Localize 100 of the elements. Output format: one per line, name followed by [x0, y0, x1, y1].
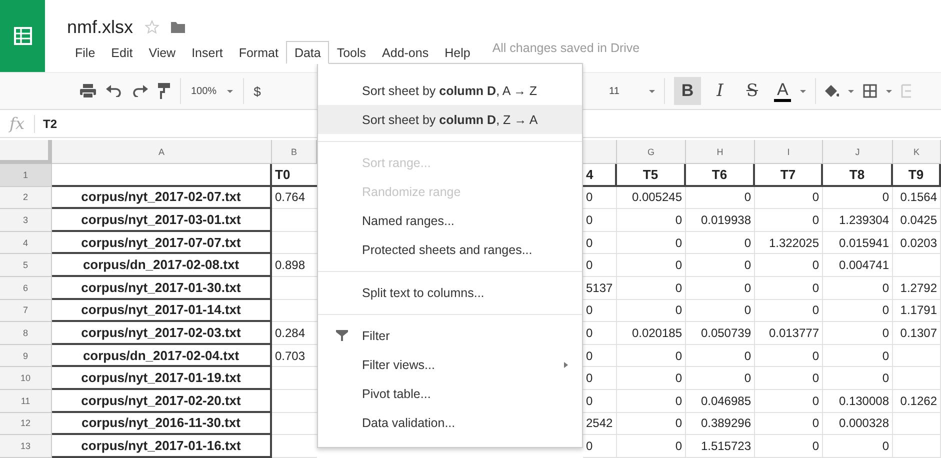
star-icon[interactable]: [145, 20, 160, 34]
row-header[interactable]: 6: [0, 276, 52, 300]
print-icon[interactable]: [80, 84, 96, 98]
row-header[interactable]: 1: [0, 164, 52, 187]
table-cell: 0.130008: [823, 390, 893, 413]
menu-item[interactable]: Help: [436, 41, 478, 65]
menu-option[interactable]: Sort sheet by column D, Z → A: [318, 105, 582, 134]
table-cell: 0.0203: [893, 232, 941, 254]
table-cell: 0: [755, 344, 823, 368]
table-cell: corpus/dn_2017-02-04.txt: [52, 344, 272, 368]
menu-item[interactable]: Insert: [184, 41, 231, 65]
row-header[interactable]: 3: [0, 209, 52, 232]
table-cell: 0: [755, 435, 823, 458]
table-cell: 0: [755, 186, 823, 210]
file-name[interactable]: nmf.xlsx: [67, 16, 134, 38]
table-cell: 0.005245: [617, 186, 686, 210]
table-cell: 0: [617, 435, 686, 458]
table-cell: 0.1307: [893, 322, 941, 345]
zoom-dropdown[interactable]: 100%: [191, 86, 233, 96]
folder-icon[interactable]: [171, 21, 186, 33]
row-header[interactable]: 11: [0, 390, 52, 413]
redo-icon[interactable]: [132, 85, 148, 97]
undo-icon[interactable]: [106, 85, 122, 97]
table-cell: 1.239304: [823, 209, 893, 232]
column-header[interactable]: B: [272, 140, 317, 164]
column-header[interactable]: A: [52, 140, 272, 164]
menu-option[interactable]: Filter views...: [318, 350, 582, 379]
table-cell: 0: [617, 344, 686, 368]
table-cell: 0: [617, 390, 686, 413]
formula-field[interactable]: T2: [43, 116, 58, 130]
table-cell: 0: [686, 254, 755, 277]
paint-format-icon[interactable]: [158, 83, 170, 99]
menu-item[interactable]: Add-ons: [374, 41, 437, 65]
table-cell: [893, 367, 941, 390]
menu-item[interactable]: View: [140, 41, 184, 65]
table-cell: 0: [823, 367, 893, 390]
column-header[interactable]: G: [617, 140, 686, 164]
table-cell: corpus/nyt_2017-01-19.txt: [52, 367, 272, 390]
caret-icon[interactable]: [886, 90, 892, 92]
table-cell: 0: [755, 300, 823, 322]
strikethrough-button[interactable]: S: [739, 77, 766, 105]
merge-cells-icon[interactable]: [901, 84, 912, 98]
table-cell: 0: [617, 300, 686, 322]
column-header[interactable]: K: [893, 140, 941, 164]
table-cell: 0: [823, 344, 893, 368]
table-cell: corpus/nyt_2017-01-14.txt: [52, 300, 272, 322]
table-cell: 0: [686, 276, 755, 300]
table-cell: 0.1564: [893, 186, 941, 210]
row-header[interactable]: 10: [0, 367, 52, 390]
table-cell: 0: [823, 186, 893, 210]
caret-icon: [649, 90, 656, 92]
table-cell: 0: [755, 276, 823, 300]
table-cell: 0.1262: [893, 390, 941, 413]
italic-button[interactable]: I: [710, 77, 730, 105]
row-header[interactable]: 9: [0, 344, 52, 368]
sheets-logo-icon[interactable]: [0, 0, 45, 72]
row-header[interactable]: 7: [0, 300, 52, 322]
menu-option[interactable]: Filter: [318, 321, 582, 350]
table-cell: [893, 435, 941, 458]
row-header[interactable]: 2: [0, 186, 52, 210]
table-cell: [893, 254, 941, 277]
menu-item[interactable]: File: [67, 41, 104, 65]
bold-button[interactable]: B: [674, 77, 701, 105]
row-header[interactable]: 5: [0, 254, 52, 277]
table-cell: 0: [755, 209, 823, 232]
caret-icon: [226, 90, 233, 92]
row-header[interactable]: 13: [0, 435, 52, 458]
menu-option[interactable]: Data validation...: [318, 408, 582, 437]
menu-item[interactable]: Data: [286, 41, 329, 64]
column-header[interactable]: J: [823, 140, 893, 164]
column-header[interactable]: I: [755, 140, 823, 164]
font-size-dropdown[interactable]: 11: [609, 86, 656, 96]
menu-item[interactable]: Format: [230, 41, 286, 65]
row-header[interactable]: 8: [0, 322, 52, 345]
caret-icon[interactable]: [848, 90, 854, 92]
text-color-button[interactable]: A: [774, 80, 792, 102]
menu-option[interactable]: Protected sheets and ranges...: [318, 235, 582, 264]
menu-option[interactable]: Sort sheet by column D, A → Z: [318, 76, 582, 105]
table-cell: 0: [617, 209, 686, 232]
row-header[interactable]: 12: [0, 412, 52, 436]
table-cell: 0: [617, 232, 686, 254]
menu-item[interactable]: Tools: [328, 41, 374, 65]
table-cell: 1.515723: [686, 435, 755, 458]
table-cell: 0: [686, 186, 755, 210]
fill-color-icon[interactable]: [825, 84, 840, 98]
table-cell: corpus/nyt_2017-03-01.txt: [52, 209, 272, 232]
caret-icon[interactable]: [800, 90, 806, 92]
column-header[interactable]: H: [686, 140, 755, 164]
table-cell: 0.050739: [686, 322, 755, 345]
borders-icon[interactable]: [863, 84, 878, 98]
row-header[interactable]: 4: [0, 232, 52, 254]
table-cell: T7: [755, 164, 823, 187]
table-cell: 1.2792: [893, 276, 941, 300]
menu-option[interactable]: Named ranges...: [318, 206, 582, 235]
menu-option[interactable]: Split text to columns...: [318, 278, 582, 307]
menu-option[interactable]: Pivot table...: [318, 379, 582, 408]
menu-item[interactable]: Edit: [103, 41, 141, 65]
table-cell: 0: [686, 344, 755, 368]
table-cell: 1.322025: [755, 232, 823, 254]
currency-format-button[interactable]: $: [254, 84, 261, 98]
